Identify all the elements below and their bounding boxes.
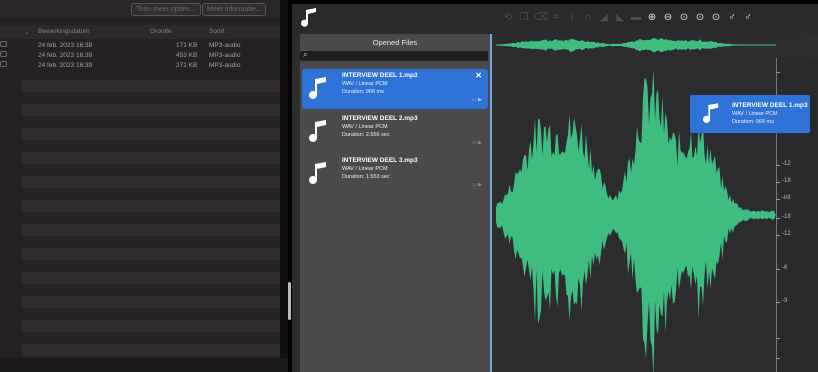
table-row[interactable]: 24 feb. 2023 16:39 453 KB MP3-audio: [0, 51, 288, 61]
ruler-tick: [776, 358, 780, 359]
music-note-icon: [309, 77, 326, 99]
empty-row-stripe: [22, 320, 280, 332]
empty-row-stripe: [22, 152, 280, 164]
empty-row-stripe: [22, 272, 280, 284]
ruler-tick: [776, 72, 780, 73]
empty-row-stripe: [22, 248, 280, 260]
window-edge: [280, 0, 288, 372]
music-note-icon: [309, 120, 326, 142]
scrollbar-thumb[interactable]: [288, 282, 291, 320]
empty-row-stripe: [22, 344, 280, 356]
play-icon[interactable]: ▭ ▶: [472, 140, 482, 146]
ruler-tick: [776, 165, 780, 166]
row-kind: MP3-audio: [209, 52, 241, 59]
row-kind: MP3-audio: [209, 62, 241, 69]
file-name: INTERVIEW DEEL 2.mp3: [342, 115, 418, 122]
file-name: INTERVIEW DEEL 3.mp3: [342, 157, 418, 164]
row-kind: MP3-audio: [209, 42, 241, 49]
finder-status-bar: [0, 358, 288, 372]
search-input[interactable]: ⌕: [300, 50, 488, 61]
file-icon: [0, 41, 7, 47]
column-kind[interactable]: Soort: [209, 28, 225, 35]
sort-chevron-icon[interactable]: ⌄: [24, 28, 29, 36]
finder-toolbar: Toon meer opties... Meer informatie...: [0, 0, 288, 18]
row-date: 24 feb. 2023 16:39: [38, 52, 93, 59]
file-item-1[interactable]: INTERVIEW DEEL 1.mp3 WAV / Linear PCM Du…: [302, 69, 488, 109]
ruler-tick: [776, 235, 780, 236]
finder-window: Toon meer opties... Meer informatie... ⌄…: [0, 0, 288, 372]
file-icon: [0, 61, 7, 67]
drag-preview: INTERVIEW DEEL 1.mp3 WAV / Linear PCM Du…: [690, 95, 810, 133]
selection-strip: [490, 34, 492, 372]
ruler-tick: [776, 182, 780, 183]
row-size: 171 KB: [176, 42, 198, 49]
ruler-tick: [776, 218, 780, 219]
row-size: 453 KB: [176, 52, 198, 59]
row-date: 24 feb. 2023 16:38: [38, 42, 93, 49]
play-icon[interactable]: ▭ ▶: [472, 182, 482, 188]
finder-rows: 24 feb. 2023 16:38 171 KB MP3-audio 24 f…: [0, 41, 288, 71]
empty-row-stripe: [22, 224, 280, 236]
file-icon: [0, 51, 7, 57]
ruler-label: -12: [782, 161, 791, 167]
row-date: 24 feb. 2023 16:39: [38, 62, 93, 69]
opened-files-panel: Opened Files ⌕ INTERVIEW DEEL 1.mp3 WAV …: [300, 34, 490, 372]
ruler-tick: [776, 199, 780, 200]
file-format: WAV / Linear PCM: [342, 124, 388, 130]
empty-row-stripe: [22, 104, 280, 116]
ruler-tick: [776, 269, 780, 270]
table-row[interactable]: 24 feb. 2023 16:39 271 KB MP3-audio: [0, 61, 288, 71]
more-options-button[interactable]: Toon meer opties...: [131, 3, 201, 16]
music-note-icon: [702, 103, 719, 123]
ruler-tick: [776, 302, 780, 303]
file-item-3[interactable]: INTERVIEW DEEL 3.mp3 WAV / Linear PCM Du…: [302, 154, 488, 194]
panel-title: Opened Files: [372, 38, 418, 47]
drag-file-name: INTERVIEW DEEL 1.mp3: [732, 102, 808, 109]
more-info-button[interactable]: Meer informatie...: [202, 3, 267, 16]
ruler-tick: [776, 338, 780, 339]
file-item-2[interactable]: INTERVIEW DEEL 2.mp3 WAV / Linear PCM Du…: [302, 112, 488, 152]
row-size: 271 KB: [176, 62, 198, 69]
file-duration: Duration: 966 ms: [342, 89, 384, 95]
empty-row-stripe: [22, 200, 280, 212]
empty-row-stripe: [22, 80, 280, 92]
file-duration: Duration: 1.553 sec: [342, 174, 390, 180]
file-format: WAV / Linear PCM: [342, 166, 388, 172]
column-size[interactable]: Grootte: [150, 28, 172, 35]
ruler-label: -12: [782, 231, 791, 237]
drag-file-duration: Duration: 966 ms: [732, 119, 774, 125]
editor-body: Opened Files ⌕ INTERVIEW DEEL 1.mp3 WAV …: [292, 4, 818, 372]
column-date[interactable]: Bewerkingsdatum: [38, 28, 90, 35]
waveform-overview[interactable]: [496, 34, 776, 56]
ruler-label: -6: [782, 265, 788, 271]
file-format: WAV / Linear PCM: [342, 81, 388, 87]
close-icon[interactable]: ✕: [475, 71, 482, 80]
empty-row-stripe: [22, 296, 280, 308]
file-name: INTERVIEW DEEL 1.mp3: [342, 72, 418, 79]
ruler-label: -inf: [782, 195, 791, 201]
table-row[interactable]: 24 feb. 2023 16:38 171 KB MP3-audio: [0, 41, 288, 51]
ruler-label: -18: [782, 214, 791, 220]
file-duration: Duration: 2.566 sec: [342, 132, 390, 138]
finder-column-header: ⌄ Bewerkingsdatum Grootte Soort: [0, 25, 288, 39]
ruler-label: -18: [782, 178, 791, 184]
play-icon[interactable]: ▭ ▶: [472, 97, 482, 103]
music-note-icon: [309, 162, 326, 184]
empty-row-stripe: [22, 176, 280, 188]
ruler-label: -3: [782, 298, 788, 304]
search-icon: ⌕: [303, 50, 308, 59]
drag-file-format: WAV / Linear PCM: [732, 111, 778, 117]
empty-row-stripe: [22, 128, 280, 140]
